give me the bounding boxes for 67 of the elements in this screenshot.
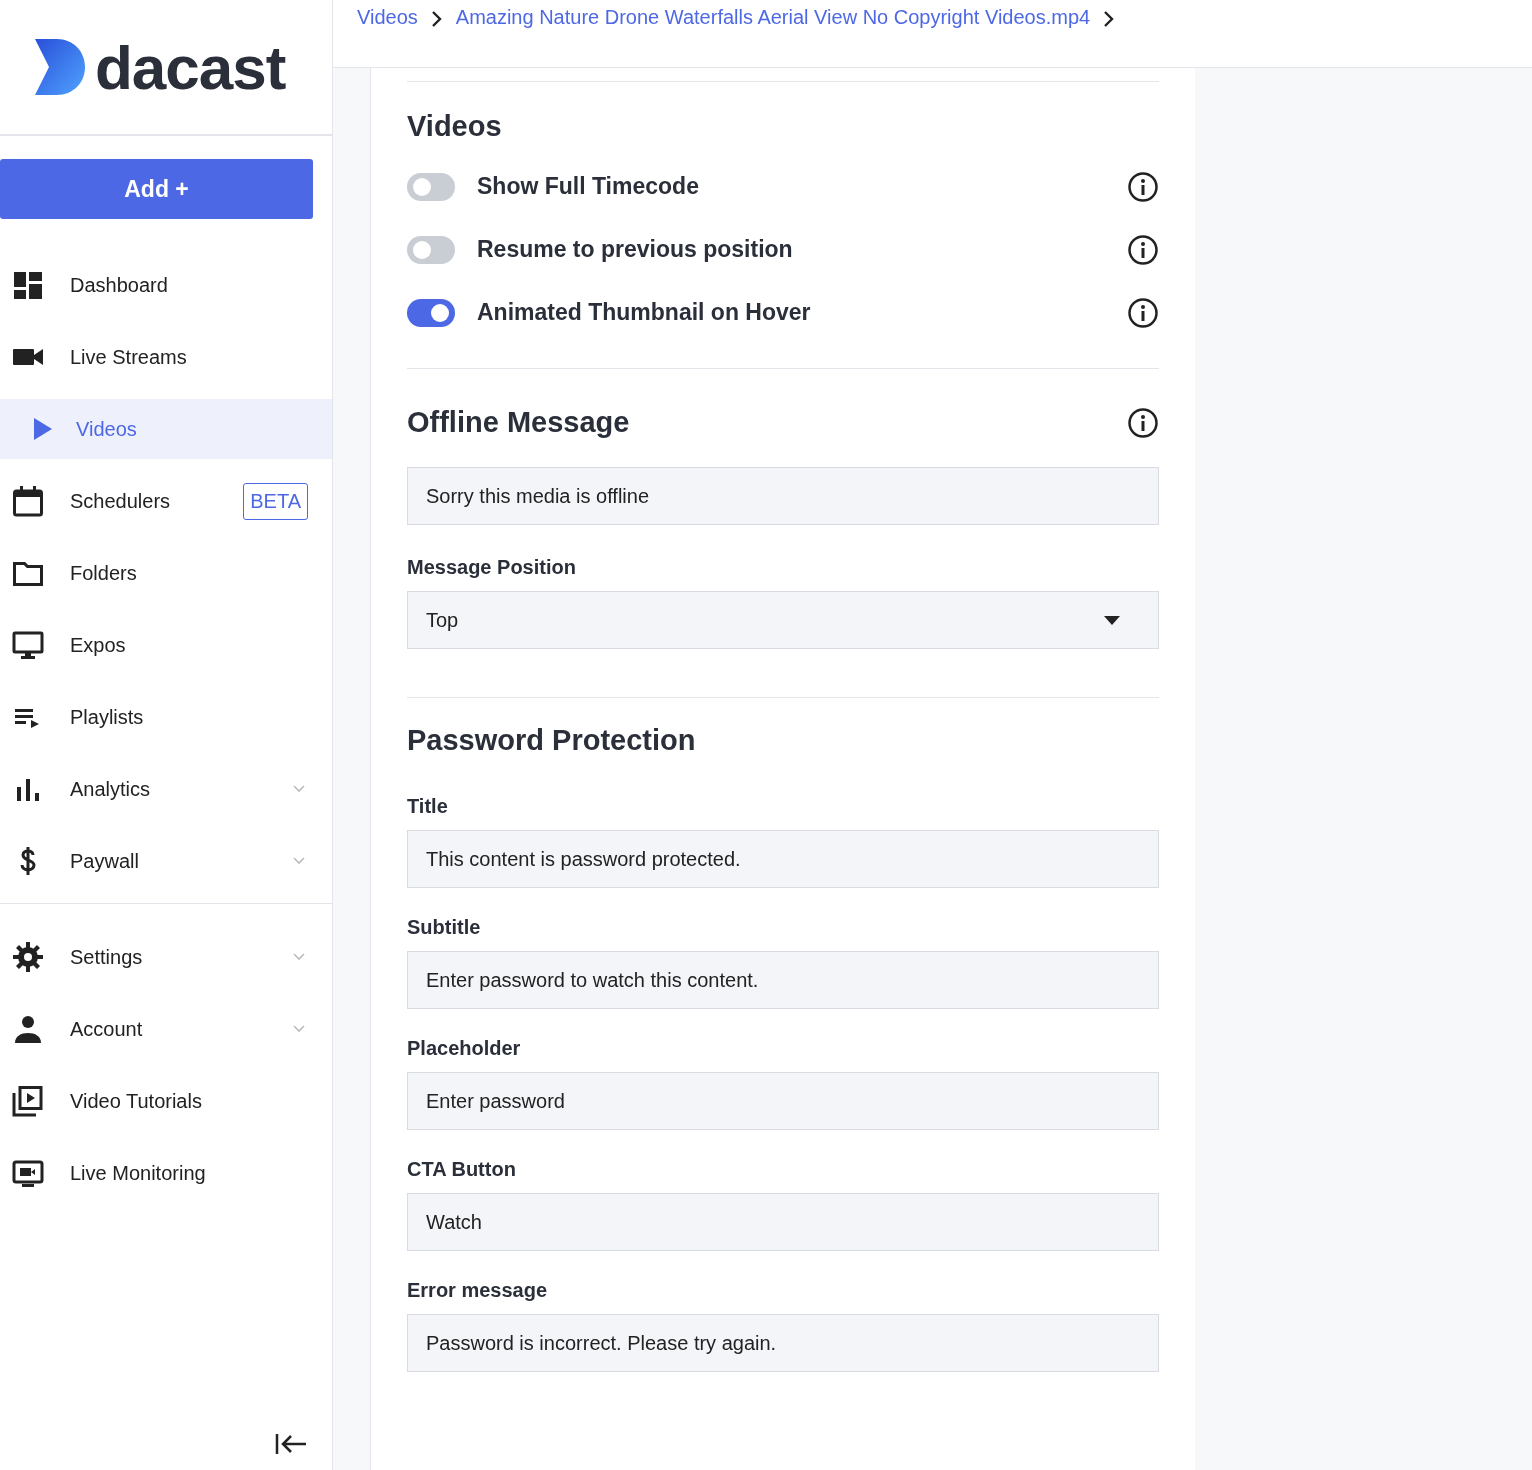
nav-item[interactable]: Paywall	[0, 825, 332, 897]
video-library-icon	[12, 1085, 44, 1117]
caret-down-icon	[1104, 615, 1120, 625]
toggle-switch[interactable]	[407, 235, 455, 264]
nav-label: Expos	[70, 633, 127, 657]
info-icon[interactable]	[1127, 406, 1159, 439]
nav-item[interactable]: Expos	[0, 609, 332, 681]
nav-item[interactable]: Schedulers BETA	[0, 465, 332, 537]
person-icon	[12, 1013, 44, 1045]
info-icon[interactable]	[1127, 233, 1159, 266]
breadcrumb-link[interactable]: Amazing Nature Drone Waterfalls Aerial View No Copyright Videos.mp4	[455, 6, 1091, 29]
nav-item[interactable]: Videos	[0, 399, 332, 459]
section-title: Password Protection	[407, 724, 697, 757]
logo-icon	[33, 39, 85, 95]
collapse-sidebar-icon[interactable]	[274, 1432, 308, 1456]
section-title: Offline Message	[407, 406, 630, 439]
nav-label: Analytics	[70, 777, 152, 801]
section-title: Videos	[407, 110, 503, 143]
calendar-icon	[12, 485, 44, 517]
input-field[interactable]: Enter password	[407, 1072, 1159, 1130]
field-label: Subtitle	[407, 916, 482, 939]
nav-item[interactable]: Live Streams	[0, 321, 332, 393]
breadcrumb-link[interactable]: Videos	[357, 6, 418, 29]
logo-text: dacast	[95, 31, 286, 103]
nav-label: Videos	[76, 417, 138, 441]
nav-item[interactable]: Folders	[0, 537, 332, 609]
nav-item[interactable]: Playlists	[0, 681, 332, 753]
toggle-label: Resume to previous position	[477, 236, 794, 263]
nav-label: Live Monitoring	[70, 1161, 207, 1185]
input-field[interactable]: Password is incorrect. Please try again.	[407, 1314, 1159, 1372]
gear-icon	[12, 941, 44, 973]
nav-label: Dashboard	[70, 273, 169, 297]
nav-label: Schedulers	[70, 489, 172, 513]
toggle-label: Show Full Timecode	[477, 173, 700, 200]
toggle-switch[interactable]	[407, 298, 455, 327]
nav-item[interactable]: Analytics	[0, 753, 332, 825]
add-button[interactable]: Add +	[0, 159, 313, 219]
field-label: Title	[407, 795, 449, 818]
nav-label: Playlists	[70, 705, 145, 729]
toggle-label: Animated Thumbnail on Hover	[477, 299, 812, 326]
nav-item[interactable]: Video Tutorials	[0, 1065, 332, 1137]
nav-item[interactable]: Live Monitoring	[0, 1137, 332, 1209]
chevron-right-icon	[429, 10, 444, 28]
position-dropdown[interactable]: Top	[407, 591, 1159, 649]
nav-label: Account	[70, 1017, 144, 1041]
monitor-icon	[12, 629, 44, 661]
nav-label: Folders	[70, 561, 138, 585]
field-label: Placeholder	[407, 1037, 522, 1060]
nav-item[interactable]: Settings	[0, 921, 332, 993]
nav-label: Settings	[70, 945, 144, 969]
info-icon[interactable]	[1127, 296, 1159, 329]
info-icon[interactable]	[1127, 170, 1159, 203]
nav-label: Paywall	[70, 849, 140, 873]
nav-label: Video Tutorials	[70, 1089, 203, 1113]
dashboard-icon	[12, 269, 44, 301]
nav-item[interactable]: Dashboard	[0, 249, 332, 321]
nav-label: Live Streams	[70, 345, 188, 369]
input-field[interactable]: Enter password to watch this content.	[407, 951, 1159, 1009]
nav-item[interactable]: Account	[0, 993, 332, 1065]
message-field[interactable]: Sorry this media is offline	[407, 467, 1159, 525]
field-label: CTA Button	[407, 1158, 517, 1181]
input-field[interactable]: Watch	[407, 1193, 1159, 1251]
input-field[interactable]: This content is password protected.	[407, 830, 1159, 888]
field-label: Message Position	[407, 556, 577, 579]
field-label: Error message	[407, 1279, 549, 1302]
toggle-switch[interactable]	[407, 172, 455, 201]
beta-badge: BETA	[243, 482, 308, 520]
